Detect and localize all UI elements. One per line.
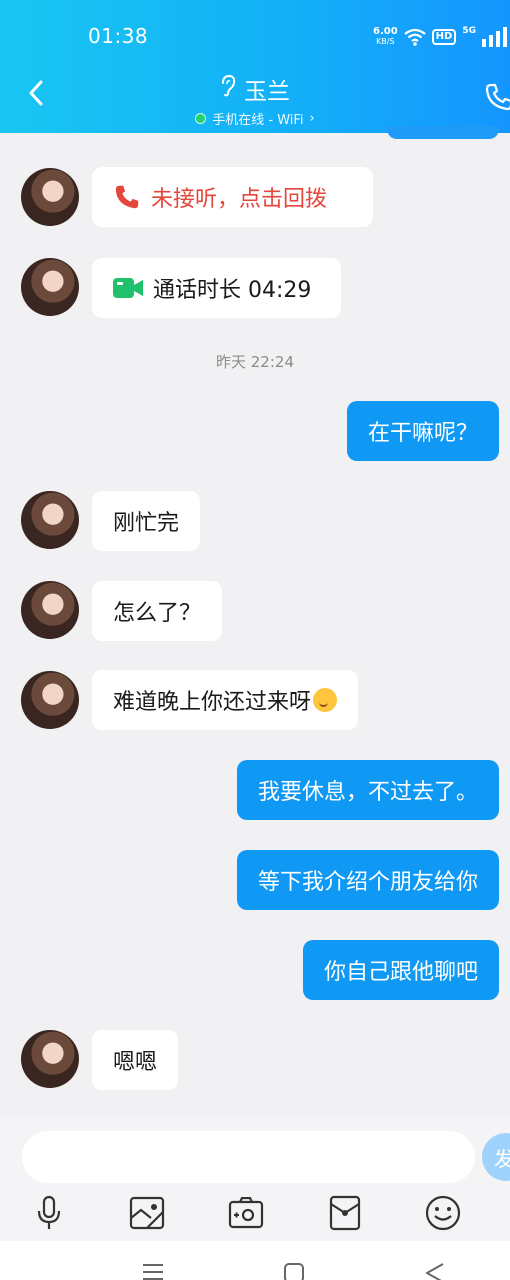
- chevron-right-icon: ›: [309, 111, 315, 126]
- video-call-text: 通话时长 04:29: [153, 278, 312, 303]
- timestamp: 昨天 22:24: [216, 353, 294, 371]
- system-nav-bar: [0, 1241, 510, 1280]
- incoming-bubble-text: 难道晚上你还过来呀: [113, 690, 312, 715]
- chat-title-block[interactable]: 玉兰 手机在线 - WiFi ›: [0, 72, 510, 128]
- send-button[interactable]: 发: [482, 1133, 510, 1181]
- chat-header: 01:38 6.00 KB/S HD 5G 玉兰 手机在线 - WiFi ›: [0, 0, 510, 139]
- incoming-bubble[interactable]: 刚忙完: [92, 491, 201, 551]
- hd-badge: HD: [431, 29, 457, 45]
- avatar[interactable]: [21, 168, 79, 226]
- avatar[interactable]: [21, 581, 79, 639]
- menu-icon[interactable]: [142, 1263, 164, 1280]
- home-icon[interactable]: [284, 1263, 304, 1280]
- online-status-text: 手机在线 - WiFi: [212, 113, 304, 128]
- video-call-bubble[interactable]: 通话时长 04:29: [92, 258, 341, 318]
- missed-call-bubble[interactable]: 未接听，点击回拨: [92, 167, 373, 227]
- status-icons: 6.00 KB/S HD 5G: [373, 22, 510, 52]
- outgoing-bubble[interactable]: 等下我介绍个朋友给你: [236, 850, 499, 910]
- microphone-icon[interactable]: [31, 1193, 67, 1233]
- signal-icon: [482, 27, 510, 47]
- avatar[interactable]: [21, 1030, 79, 1088]
- camera-icon[interactable]: [228, 1193, 264, 1233]
- emoji-shy-icon: [313, 688, 338, 712]
- status-time: 01:38: [88, 24, 149, 48]
- image-icon[interactable]: [129, 1193, 165, 1233]
- outgoing-bubble[interactable]: 我要休息，不过去了。: [236, 760, 499, 820]
- red-packet-icon[interactable]: [327, 1193, 363, 1233]
- network-type: 5G: [462, 26, 476, 36]
- back-triangle-icon[interactable]: [425, 1263, 445, 1280]
- phone-icon[interactable]: [484, 82, 510, 116]
- outgoing-bubble[interactable]: 你自己跟他聊吧: [302, 940, 499, 1000]
- missed-call-icon: [113, 183, 141, 211]
- network-speed: 6.00 KB/S: [373, 27, 398, 47]
- ear-icon: [220, 74, 236, 103]
- video-call-icon: [113, 277, 143, 299]
- contact-name: 玉兰: [220, 72, 290, 106]
- wifi-icon: [403, 28, 426, 46]
- avatar[interactable]: [21, 258, 79, 316]
- contact-name-text: 玉兰: [244, 79, 290, 105]
- message-input[interactable]: [22, 1131, 475, 1183]
- input-bar: 发: [0, 1117, 510, 1241]
- outgoing-bubble[interactable]: 在干嘛呢？: [346, 401, 499, 461]
- missed-call-text: 未接听，点击回拨: [151, 187, 328, 212]
- emoji-icon[interactable]: [425, 1193, 461, 1233]
- incoming-bubble[interactable]: 嗯嗯: [92, 1030, 179, 1090]
- incoming-bubble[interactable]: 怎么了？: [92, 581, 223, 641]
- input-toolbar: [0, 1193, 510, 1233]
- online-status[interactable]: 手机在线 - WiFi ›: [195, 109, 315, 128]
- online-dot-icon: [195, 113, 207, 124]
- message-list[interactable]: 未接听，点击回拨 通话时长 04:29 昨天 22:24 在干嘛呢？ 刚忙完 怎…: [0, 133, 510, 1117]
- avatar[interactable]: [21, 671, 79, 729]
- incoming-bubble[interactable]: 难道晚上你还过来呀: [92, 670, 359, 730]
- network-speed-value: 6.00: [372, 26, 398, 37]
- avatar[interactable]: [21, 491, 79, 549]
- network-speed-unit: KB/S: [376, 37, 395, 46]
